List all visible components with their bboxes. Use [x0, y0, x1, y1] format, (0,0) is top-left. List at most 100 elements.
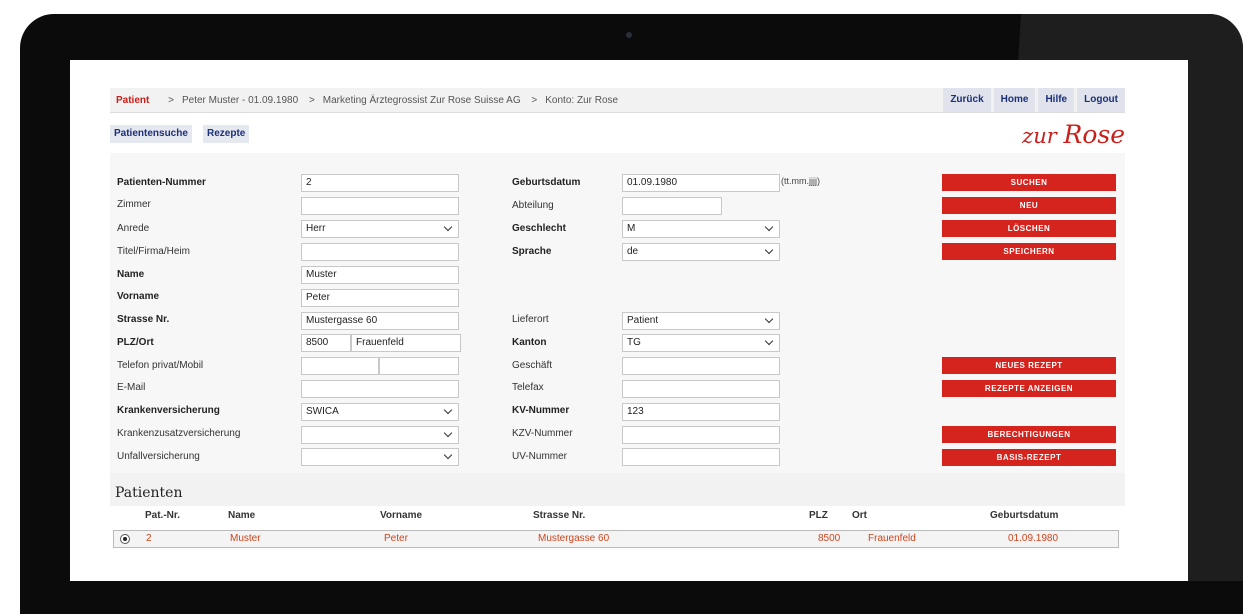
- label-kanton: Kanton: [512, 337, 547, 348]
- telefax-input[interactable]: [622, 380, 780, 398]
- breadcrumb-item-patient-name[interactable]: Peter Muster - 01.09.1980: [182, 95, 298, 106]
- breadcrumb-separator: >: [531, 95, 538, 106]
- label-anrede: Anrede: [117, 223, 150, 234]
- abteilung-input[interactable]: [622, 197, 722, 215]
- label-krankenversicherung: Krankenversicherung: [117, 405, 220, 416]
- cell-ort: Frauenfeld: [868, 533, 916, 544]
- cell-pat-nr: 2: [146, 533, 152, 544]
- patienten-nummer-input[interactable]: 2: [301, 174, 459, 192]
- telefon-mobil-input[interactable]: [379, 357, 459, 375]
- speichern-button[interactable]: SPEICHERN: [942, 243, 1116, 260]
- krankenzusatzversicherung-select[interactable]: [301, 426, 459, 444]
- table-row[interactable]: 2 Muster Peter Mustergasse 60 8500 Fraue…: [113, 530, 1119, 548]
- geschaeft-input[interactable]: [622, 357, 780, 375]
- column-header-pat-nr[interactable]: Pat.-Nr.: [145, 510, 180, 521]
- label-sprache: Sprache: [512, 246, 552, 257]
- row-select-radio[interactable]: [120, 534, 130, 544]
- breadcrumb-item-organisation[interactable]: Marketing Ärztegrossist Zur Rose Suisse …: [323, 95, 521, 106]
- label-name: Name: [117, 269, 145, 280]
- zur-rose-logo: zur Rose: [1022, 120, 1125, 151]
- column-header-geburtsdatum[interactable]: Geburtsdatum: [990, 510, 1058, 521]
- kanton-select[interactable]: TG: [622, 334, 780, 352]
- ort-input[interactable]: Frauenfeld: [351, 334, 461, 352]
- label-krankenzusatzversicherung: Krankenzusatzversicherung: [117, 428, 241, 439]
- label-zimmer: Zimmer: [117, 199, 151, 210]
- label-geburtsdatum: Geburtsdatum: [512, 177, 581, 188]
- breadcrumb-item-konto[interactable]: Konto: Zur Rose: [545, 95, 618, 106]
- tab-rezepte[interactable]: Rezepte: [203, 125, 250, 143]
- label-patienten-nummer: Patienten-Nummer: [117, 177, 206, 188]
- label-plz-ort: PLZ/Ort: [117, 337, 154, 348]
- label-kzv-nummer: KZV-Nummer: [512, 428, 573, 439]
- lieferort-select[interactable]: Patient: [622, 312, 780, 330]
- unfallversicherung-select[interactable]: [301, 448, 459, 466]
- column-header-strasse[interactable]: Strasse Nr.: [533, 510, 585, 521]
- breadcrumb: Patient > Peter Muster - 01.09.1980 > Mark…: [116, 95, 626, 106]
- name-input[interactable]: Muster: [301, 266, 459, 284]
- kv-nummer-input[interactable]: 123: [622, 403, 780, 421]
- uv-nummer-input[interactable]: [622, 448, 780, 466]
- sprache-select[interactable]: de: [622, 243, 780, 261]
- label-strasse: Strasse Nr.: [117, 314, 170, 325]
- column-header-name[interactable]: Name: [228, 510, 255, 521]
- email-input[interactable]: [301, 380, 459, 398]
- loeschen-button[interactable]: LÖSCHEN: [942, 220, 1116, 237]
- label-kv-nummer: KV-Nummer: [512, 405, 570, 416]
- column-header-plz[interactable]: PLZ: [809, 510, 828, 521]
- cell-vorname: Peter: [384, 533, 408, 544]
- results-header-bar: [110, 473, 1125, 506]
- logo-word-zur: zur: [1022, 124, 1057, 148]
- logo-word-rose: Rose: [1063, 120, 1126, 149]
- screen: Patient > Peter Muster - 01.09.1980 > Mark…: [70, 60, 1188, 581]
- label-vorname: Vorname: [117, 291, 160, 302]
- strasse-input[interactable]: Mustergasse 60: [301, 312, 459, 330]
- top-nav: Zurück Home Hilfe Logout: [940, 88, 1125, 112]
- label-unfallversicherung: Unfallversicherung: [117, 451, 200, 462]
- hilfe-button[interactable]: Hilfe: [1038, 88, 1075, 112]
- geburtsdatum-input[interactable]: 01.09.1980: [622, 174, 780, 192]
- label-lieferort: Lieferort: [512, 314, 549, 325]
- berechtigungen-button[interactable]: BERECHTIGUNGEN: [942, 426, 1116, 443]
- date-format-hint: (tt.mm.jjjj): [781, 176, 820, 186]
- cell-geburtsdatum: 01.09.1980: [1008, 533, 1059, 544]
- top-bar: Patient > Peter Muster - 01.09.1980 > Mark…: [110, 88, 1125, 113]
- sub-bar: Patientensuche Rezepte zur Rose: [110, 120, 1125, 152]
- home-button[interactable]: Home: [993, 88, 1036, 112]
- vorname-input[interactable]: Peter: [301, 289, 459, 307]
- tab-patientensuche[interactable]: Patientensuche: [110, 125, 192, 143]
- camera-icon: [626, 32, 632, 38]
- cell-name: Muster: [230, 533, 261, 544]
- column-header-vorname[interactable]: Vorname: [380, 510, 422, 521]
- label-uv-nummer: UV-Nummer: [512, 451, 568, 462]
- neu-button[interactable]: NEU: [942, 197, 1116, 214]
- label-telefon: Telefon privat/Mobil: [117, 360, 204, 371]
- rezepte-anzeigen-button[interactable]: REZEPTE ANZEIGEN: [942, 380, 1116, 397]
- anrede-select[interactable]: Herr: [301, 220, 459, 238]
- label-geschlecht: Geschlecht: [512, 223, 566, 234]
- cell-strasse: Mustergasse 60: [538, 533, 610, 544]
- plz-input[interactable]: 8500: [301, 334, 351, 352]
- geschlecht-select[interactable]: M: [622, 220, 780, 238]
- column-header-ort[interactable]: Ort: [852, 510, 867, 521]
- results-title: Patienten: [115, 485, 183, 501]
- label-telefax: Telefax: [512, 382, 544, 393]
- breadcrumb-patient[interactable]: Patient: [116, 95, 149, 106]
- patient-form: Patienten-Nummer 2 Zimmer Anrede Herr Ti…: [110, 153, 1125, 473]
- zurueck-button[interactable]: Zurück: [943, 88, 991, 112]
- telefon-privat-input[interactable]: [301, 357, 379, 375]
- label-abteilung: Abteilung: [512, 200, 554, 211]
- suchen-button[interactable]: SUCHEN: [942, 174, 1116, 191]
- label-email: E-Mail: [117, 382, 146, 393]
- label-geschaeft: Geschäft: [512, 360, 553, 371]
- krankenversicherung-select[interactable]: SWICA: [301, 403, 459, 421]
- basis-rezept-button[interactable]: BASIS-REZEPT: [942, 449, 1116, 466]
- breadcrumb-separator: >: [168, 95, 174, 106]
- cell-plz: 8500: [818, 533, 841, 544]
- app: Patient > Peter Muster - 01.09.1980 > Mark…: [110, 88, 1125, 548]
- kzv-nummer-input[interactable]: [622, 426, 780, 444]
- logout-button[interactable]: Logout: [1077, 88, 1125, 112]
- zimmer-input[interactable]: [301, 197, 459, 215]
- titel-firma-heim-input[interactable]: [301, 243, 459, 261]
- neues-rezept-button[interactable]: NEUES REZEPT: [942, 357, 1116, 374]
- breadcrumb-separator: >: [308, 95, 315, 106]
